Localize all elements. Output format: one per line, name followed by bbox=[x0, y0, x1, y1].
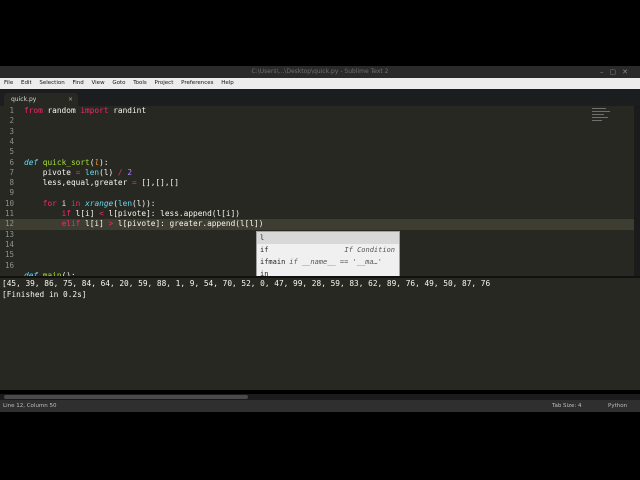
code-line: from random import randint bbox=[24, 106, 147, 115]
autocomplete-item[interactable]: l bbox=[257, 232, 399, 244]
status-bar: Line 12, Column 50 Tab Size: 4 Python bbox=[0, 400, 640, 412]
menu-file[interactable]: File bbox=[4, 80, 13, 86]
code-line: less,equal,greater = [],[],[] bbox=[24, 178, 179, 188]
menu-goto[interactable]: Goto bbox=[112, 80, 125, 86]
output-line: [45, 39, 86, 75, 84, 64, 20, 59, 88, 1, … bbox=[2, 279, 491, 288]
scrollbar-thumb[interactable] bbox=[4, 395, 248, 399]
build-output-panel: [45, 39, 86, 75, 84, 64, 20, 59, 88, 1, … bbox=[0, 276, 640, 390]
line-number: 5 bbox=[9, 147, 14, 157]
syntax-mode[interactable]: Python bbox=[608, 400, 627, 412]
line-number: 11 bbox=[4, 209, 14, 218]
code-line: for i in xrange(len(l)): bbox=[42, 198, 156, 208]
autocomplete-hint: if __name__ == '__ma…' bbox=[289, 258, 383, 266]
menu-bar: File Edit Selection Find View Goto Tools… bbox=[0, 78, 640, 89]
line-number: 7 bbox=[9, 167, 14, 177]
title-bar: C:\Users\...\Desktop\quick.py - Sublime … bbox=[0, 66, 640, 78]
autocomplete-item[interactable]: if If Condition bbox=[257, 244, 399, 256]
menu-find[interactable]: Find bbox=[72, 80, 83, 86]
close-icon[interactable]: × bbox=[68, 93, 73, 106]
menu-edit[interactable]: Edit bbox=[21, 80, 32, 86]
line-number: 4 bbox=[9, 136, 14, 146]
code-line: pivote = len(l) / 2 bbox=[24, 167, 133, 177]
code-line: def quick_sort(l): bbox=[24, 157, 109, 167]
line-number: 3 bbox=[9, 126, 14, 136]
cursor-position: Line 12, Column 50 bbox=[3, 403, 57, 409]
autocomplete-label: l bbox=[260, 234, 265, 242]
line-number: 15 bbox=[4, 250, 14, 260]
code-line: elif l[i] > l[pivote]: greater.append(l[… bbox=[61, 219, 264, 229]
window-title: C:\Users\...\Desktop\quick.py - Sublime … bbox=[251, 68, 389, 75]
line-number: 10 bbox=[4, 198, 14, 208]
code-line: if l[i] < l[pivote]: less.append(l[i]) bbox=[61, 209, 240, 218]
menu-preferences[interactable]: Preferences bbox=[181, 80, 213, 86]
line-number: 9 bbox=[9, 188, 14, 198]
line-number: 8 bbox=[9, 178, 14, 188]
autocomplete-label: ifmain bbox=[260, 258, 286, 266]
menu-tools[interactable]: Tools bbox=[133, 80, 147, 86]
menu-project[interactable]: Project bbox=[155, 80, 174, 86]
output-line: [Finished in 0.2s] bbox=[2, 290, 87, 299]
tab-size[interactable]: Tab Size: 4 bbox=[552, 400, 581, 412]
line-number: 13 bbox=[4, 229, 14, 239]
vertical-scrollbar[interactable] bbox=[634, 106, 640, 276]
autocomplete-hint: If Condition bbox=[344, 246, 395, 254]
line-number: 12 bbox=[4, 219, 14, 229]
autocomplete-item[interactable]: ifmain if __name__ == '__ma…' bbox=[257, 256, 399, 268]
line-number-gutter: 1 2 3 4 5 6 7 8 9 10 11 12 13 14 15 16 bbox=[0, 106, 18, 276]
line-number: 1 bbox=[9, 106, 14, 115]
tab-label: quick.py bbox=[11, 96, 37, 103]
minimap[interactable] bbox=[592, 108, 612, 132]
autocomplete-label: if bbox=[260, 246, 269, 254]
line-number: 6 bbox=[9, 157, 14, 167]
line-number: 14 bbox=[4, 239, 14, 249]
menu-help[interactable]: Help bbox=[221, 80, 234, 86]
tab-bar: quick.py × bbox=[0, 89, 640, 106]
window-controls[interactable]: –▢✕ bbox=[600, 66, 634, 78]
line-number: 16 bbox=[4, 260, 14, 270]
tab-quick-py[interactable]: quick.py × bbox=[4, 93, 78, 106]
line-number: 2 bbox=[9, 116, 14, 126]
menu-view[interactable]: View bbox=[92, 80, 105, 86]
menu-selection[interactable]: Selection bbox=[39, 80, 64, 86]
